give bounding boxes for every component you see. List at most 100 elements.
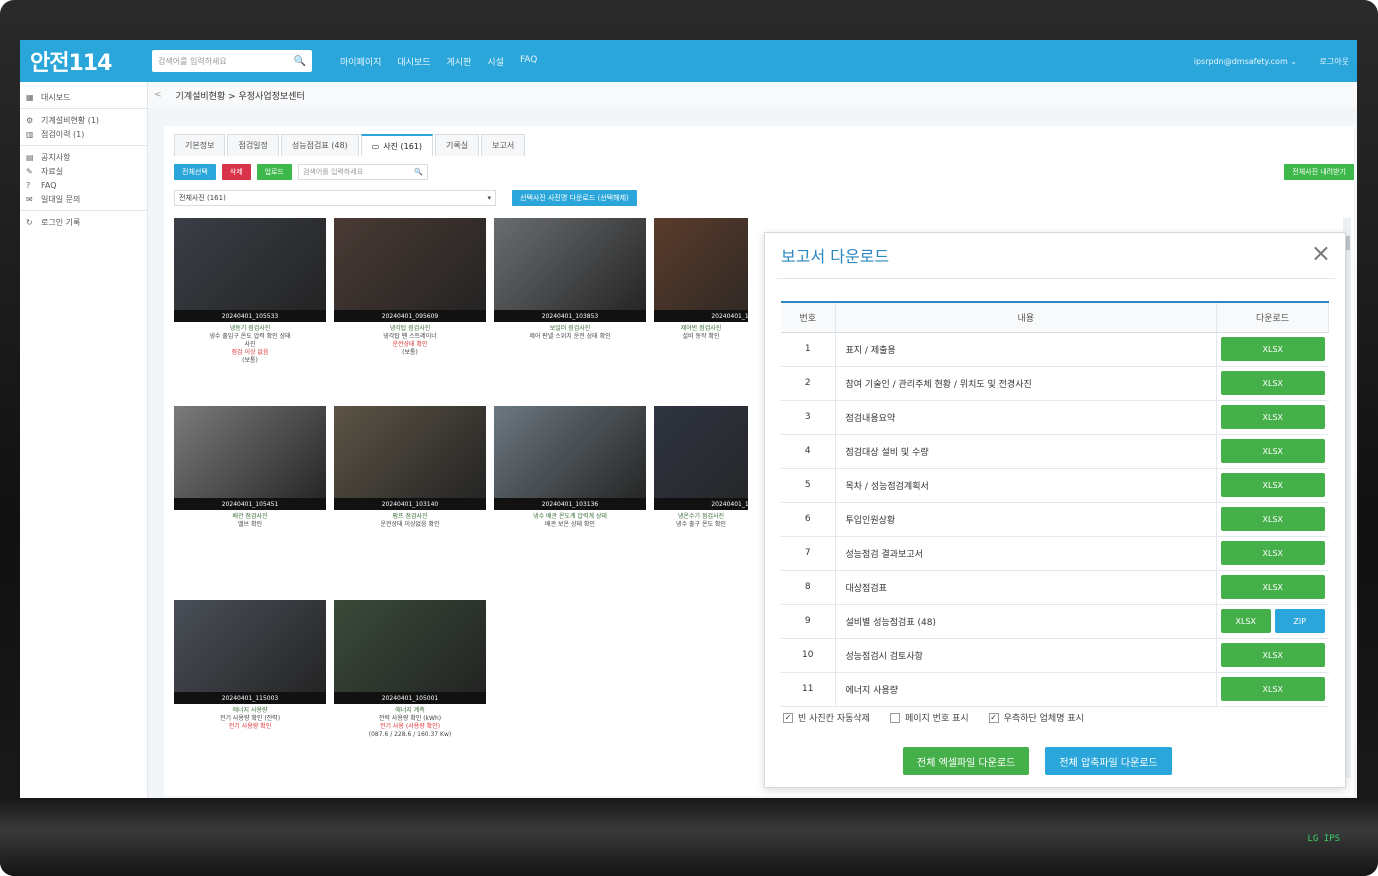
checkbox[interactable]: ✓: [783, 712, 793, 723]
photo-description-line: 냉수 배관 온도계 압력계 상태: [533, 513, 607, 520]
xlsx-download-button[interactable]: XLSX: [1220, 609, 1271, 633]
photo-thumbnail[interactable]: 20240401_115003: [174, 600, 326, 704]
delete-button[interactable]: 삭제: [221, 164, 251, 180]
xlsx-download-button[interactable]: XLSX: [1220, 677, 1325, 701]
photo-thumbnail[interactable]: 20240401_105001: [334, 600, 486, 704]
photo-thumbnail[interactable]: 20240401_1: [654, 218, 748, 322]
download-all-excel-button[interactable]: 전체 엑셀파일 다운로드: [903, 747, 1030, 775]
sidebar-item-facility[interactable]: ⚙ 기계설비현황 (1): [20, 113, 147, 127]
photo-description-line: 냉각탑 팬 스트레이너: [383, 333, 437, 340]
xlsx-download-button[interactable]: XLSX: [1220, 439, 1325, 463]
row-content: 성능점검시 검토사항: [835, 638, 1217, 673]
logout-link[interactable]: 로그아웃: [1320, 56, 1349, 67]
photo-thumbnail[interactable]: 20240401_103853: [494, 218, 646, 322]
sidebar-item-archive[interactable]: ✎ 자료실: [20, 164, 147, 178]
photo-description-line: 설비 동작 확인: [682, 333, 720, 340]
photo-description-line: 냉온수기 점검사진: [677, 513, 725, 520]
photo-card[interactable]: 20240401_115003 에너지 사용량 전기 사용량 확인 (전력) 전기 사…: [174, 600, 326, 731]
nav-item-board[interactable]: 게시판: [447, 55, 472, 68]
tab-schedule[interactable]: 점검일정: [227, 134, 279, 156]
photo-card[interactable]: 20240401_105001 에너지 계측 전력 사용량 확인 (kWh) 전기 사…: [334, 600, 486, 739]
xlsx-download-button[interactable]: XLSX: [1220, 405, 1325, 429]
xlsx-download-button[interactable]: XLSX: [1220, 575, 1325, 599]
row-number: 7: [781, 536, 836, 571]
xlsx-download-button[interactable]: XLSX: [1220, 507, 1325, 531]
search-icon[interactable]: 🔍: [414, 168, 423, 176]
photo-filter-select[interactable]: 전체사진 (161) ▾: [174, 190, 496, 206]
modal-title: 보고서 다운로드: [781, 247, 890, 266]
tab-records[interactable]: 기록실: [435, 134, 480, 156]
photo-description-line: 보일러 점검사진: [549, 325, 591, 332]
xlsx-download-button[interactable]: XLSX: [1220, 541, 1325, 565]
sidebar-item-label: 기계설비현황 (1): [41, 115, 100, 125]
search-icon[interactable]: 🔍: [294, 56, 306, 67]
photo-thumbnail[interactable]: 20240401_103136: [494, 406, 646, 510]
tab-photos[interactable]: ▭ 사진 (161): [360, 134, 434, 156]
sidebar-item-inquiry[interactable]: ✉ 일대일 문의: [20, 192, 147, 206]
photo-card[interactable]: 20240401_105451 배관 점검사진 밸브 확인: [174, 406, 326, 529]
upload-button[interactable]: 업로드: [256, 164, 292, 180]
xlsx-download-button[interactable]: XLSX: [1220, 337, 1325, 361]
checkbox[interactable]: ✓: [988, 712, 999, 723]
photo-card[interactable]: 20240401_103140 펌프 점검사진 운전상태 이상없음 확인: [334, 406, 486, 529]
back-icon[interactable]: <: [154, 90, 162, 100]
row-content: 설비별 성능점검표 (48): [835, 604, 1217, 639]
sidebar-item-history[interactable]: ▥ 점검이력 (1): [20, 127, 147, 141]
xlsx-download-button[interactable]: XLSX: [1220, 473, 1325, 497]
row-download-cell: XLSX: [1216, 468, 1329, 503]
row-number: 8: [781, 570, 836, 605]
table-row: 2 참여 기술인 / 관리주체 현황 / 위치도 및 전경사진 XLSX: [781, 366, 1329, 401]
gear-icon: ⚙: [26, 115, 34, 125]
photo-thumbnail[interactable]: 20240401_095609: [334, 218, 486, 322]
nav-item-mypage[interactable]: 마이페이지: [340, 55, 381, 68]
photo-thumbnail[interactable]: 20240401_103140: [334, 406, 486, 510]
nav-item-faq[interactable]: FAQ: [520, 55, 537, 68]
sidebar-item-faq[interactable]: ? FAQ: [20, 178, 147, 192]
nav-item-dashboard[interactable]: 대시보드: [397, 55, 430, 68]
photo-description-line: 운전상태 확인: [392, 341, 428, 348]
option-page-number[interactable]: 페이지 번호 표시: [889, 711, 969, 724]
global-search-input[interactable]: 검색어를 입력하세요: [158, 56, 227, 67]
photo-card[interactable]: 20240401_1 냉온수기 점검사진 냉수 출구 온도 확인: [654, 406, 748, 529]
checkbox[interactable]: [889, 712, 900, 723]
photo-card[interactable]: 20240401_103136 냉수 배관 온도계 압력계 상태 배관 보온 상태 …: [494, 406, 646, 529]
breadcrumb-path: 기계설비현황 > 우정사업정보센터: [175, 91, 305, 102]
photo-card[interactable]: 20240401_095609 냉각탑 점검사진 냉각탑 팬 스트레이너 운전상태 확…: [334, 218, 486, 357]
select-all-button[interactable]: 전체선택: [174, 164, 216, 180]
photo-thumbnail[interactable]: 20240401_1: [654, 406, 748, 510]
option-auto-delete-empty[interactable]: ✓ 빈 사진칸 자동삭제: [783, 711, 870, 724]
photo-search-input[interactable]: 검색어를 입력하세요 🔍: [297, 164, 428, 180]
app-logo[interactable]: 안전114: [20, 45, 148, 77]
global-search[interactable]: 검색어를 입력하세요 🔍: [152, 50, 312, 72]
top-bar: 안전114 검색어를 입력하세요 🔍 마이페이지 대시보드 게시판 시설 FAQ…: [20, 40, 1357, 82]
sidebar-item-login-log[interactable]: ↻ 로그인 기록: [20, 215, 147, 229]
download-all-zip-button[interactable]: 전체 압축파일 다운로드: [1045, 747, 1172, 775]
tab-basic-info[interactable]: 기본정보: [174, 134, 226, 156]
photo-description-line: 배관 보온 상태 확인: [545, 521, 595, 528]
user-email[interactable]: ipsrpdn@dmsafety.com: [1194, 57, 1288, 66]
photo-thumbnail[interactable]: 20240401_105451: [174, 406, 326, 510]
monitor-bezel-bottom: [0, 800, 1378, 876]
photo-description: 에너지 사용량 전기 사용량 확인 (전력) 전기 사용량 확인: [174, 707, 326, 731]
photo-card[interactable]: 20240401_1 제어반 점검사진 설비 동작 확인: [654, 218, 748, 341]
table-row: 7 성능점검 결과보고서 XLSX: [781, 536, 1329, 571]
sidebar-item-label: 일대일 문의: [41, 194, 81, 204]
nav-item-facility[interactable]: 시설: [487, 55, 504, 68]
col-num: 번호: [781, 301, 836, 333]
close-icon[interactable]: ×: [1311, 239, 1331, 267]
photo-caption: 20240401_1: [654, 310, 748, 322]
xlsx-download-button[interactable]: XLSX: [1220, 643, 1325, 667]
photo-thumbnail[interactable]: 20240401_105533: [174, 218, 326, 322]
download-all-photos-button[interactable]: 전체사진 내려받기: [1284, 164, 1354, 180]
sidebar-item-dashboard[interactable]: ▦ 대시보드: [20, 90, 147, 104]
tab-report[interactable]: 보고서: [481, 134, 526, 156]
xlsx-download-button[interactable]: XLSX: [1220, 371, 1325, 395]
option-company-name[interactable]: ✓ 우측하단 업체명 표시: [988, 711, 1084, 724]
bulk-download-button[interactable]: 선택사진 사진명 다운로드 (선택해제): [512, 190, 637, 206]
photo-card[interactable]: 20240401_103853 보일러 점검사진 제어 판넬 스위치 운전 상태 확…: [494, 218, 646, 341]
zip-download-button[interactable]: ZIP: [1274, 609, 1325, 633]
user-menu[interactable]: ipsrpdn@dmsafety.com ⌄: [1194, 57, 1297, 66]
tab-checklist[interactable]: 성능점검표 (48): [280, 134, 359, 156]
photo-card[interactable]: 20240401_105533 냉동기 점검사진 냉수 출입구 온도 압력 확인 상…: [174, 218, 326, 365]
sidebar-item-notice[interactable]: ▤ 공지사항: [20, 150, 147, 164]
